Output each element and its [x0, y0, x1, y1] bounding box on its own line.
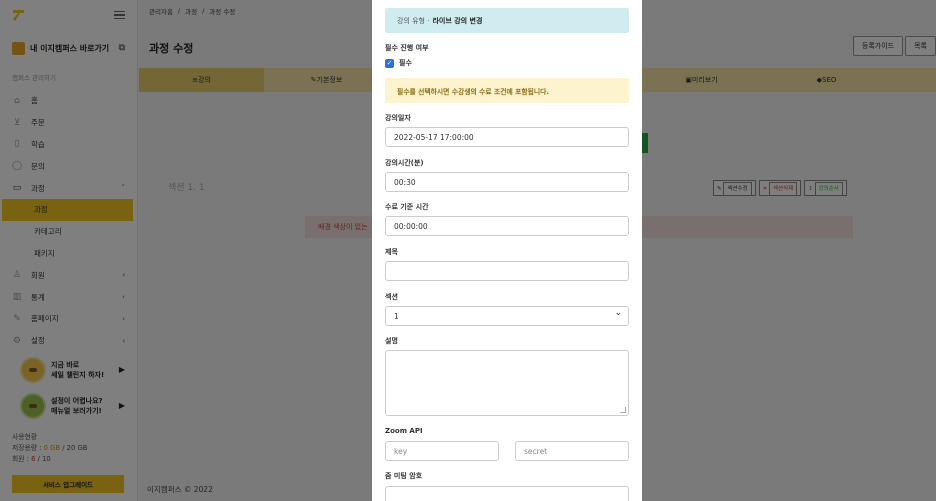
description-label: 설명: [385, 337, 398, 345]
zoom-password-label: 줌 미팅 암호: [385, 472, 423, 480]
section-select[interactable]: 1: [385, 306, 629, 326]
title-label: 제목: [385, 248, 398, 256]
section-select-label: 섹션: [385, 293, 398, 301]
required-label: 필수 진행 여부: [385, 44, 429, 52]
zoom-secret-input[interactable]: secret: [515, 441, 629, 461]
description-textarea[interactable]: [385, 350, 629, 416]
date-label: 강의일자: [385, 114, 411, 122]
lecture-type-change-link[interactable]: 라이브 강의 변경: [432, 16, 482, 26]
lecture-type-label: 강의 유형 ·: [397, 16, 430, 25]
required-checkbox-label: 필수: [399, 59, 412, 67]
required-checkbox[interactable]: ✓: [385, 58, 394, 68]
completion-time-label: 수료 기준 시간: [385, 203, 429, 211]
completion-time-input[interactable]: 00:00:00: [385, 216, 629, 236]
lecture-type-box: 강의 유형 · 라이브 강의 변경: [385, 8, 629, 33]
required-notice: 필수를 선택하시면 수강생의 수료 조건에 포함됩니다.: [385, 78, 629, 103]
duration-label: 강의시간(분): [385, 159, 424, 167]
section-select-value: 1: [394, 311, 399, 321]
required-checkbox-row[interactable]: ✓ 필수: [385, 58, 412, 68]
title-input[interactable]: [385, 261, 629, 281]
zoom-password-input[interactable]: [385, 486, 629, 501]
date-input[interactable]: 2022-05-17 17:00:00: [385, 127, 629, 147]
zoom-key-input[interactable]: key: [385, 441, 499, 461]
edit-lecture-modal: 강의 유형 · 라이브 강의 변경 필수 진행 여부 ✓ 필수 필수를 선택하시…: [372, 0, 642, 501]
zoom-api-label: Zoom API: [385, 427, 423, 435]
duration-input[interactable]: 00:30: [385, 172, 629, 192]
